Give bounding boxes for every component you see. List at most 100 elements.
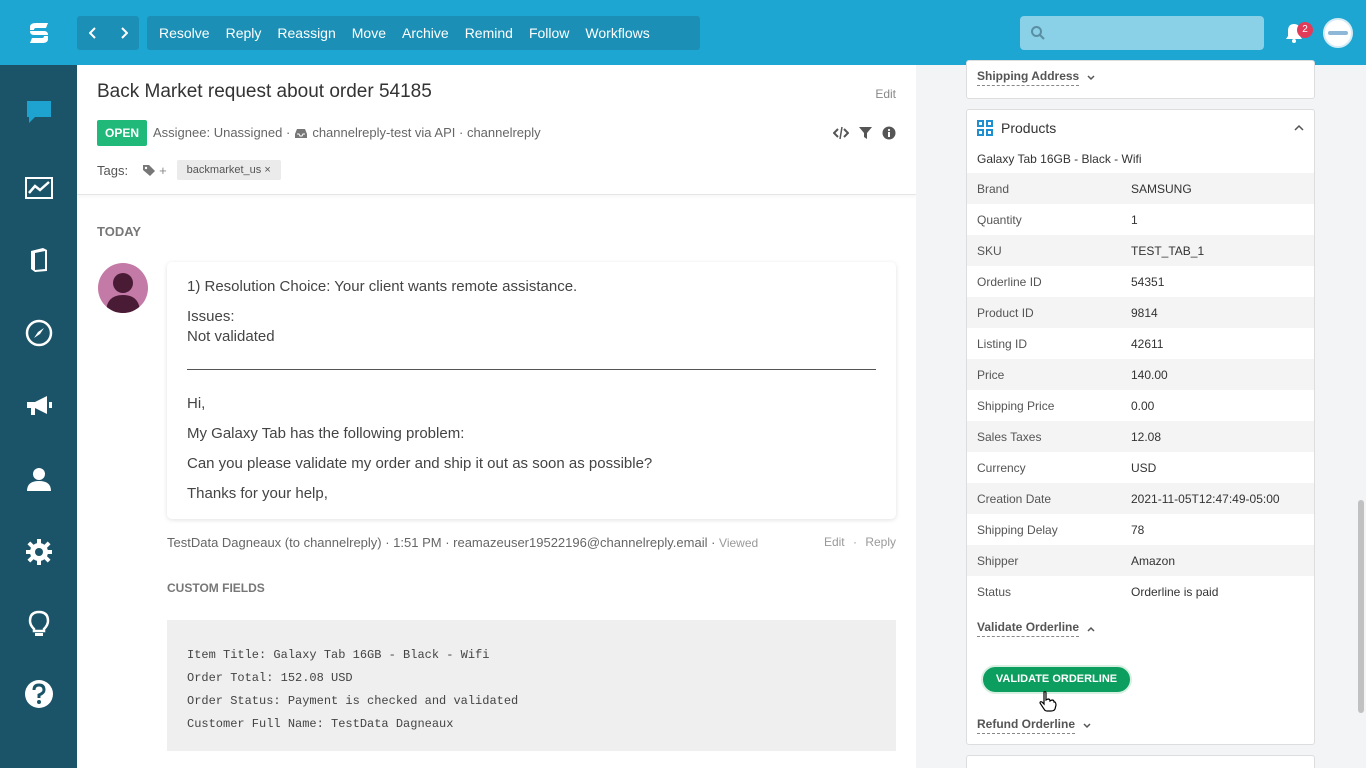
field-value: USD	[1131, 460, 1157, 475]
user-avatar[interactable]	[1323, 18, 1353, 48]
sidebar-item-explore[interactable]	[0, 308, 77, 358]
table-row: Quantity 1	[967, 204, 1314, 235]
field-value: 140.00	[1131, 367, 1168, 382]
status-badge[interactable]: OPEN	[97, 120, 148, 146]
add-tag-button[interactable]: +	[142, 163, 167, 178]
field-value: 78	[1131, 522, 1145, 537]
table-row: Brand SAMSUNG	[967, 173, 1314, 204]
chevron-up-icon	[1087, 626, 1095, 632]
assignee-label[interactable]: Assignee: Unassigned ·	[153, 125, 290, 140]
field-label: SKU	[977, 243, 1002, 258]
field-label: Status	[977, 584, 1012, 599]
refund-orderline-toggle[interactable]: Refund Orderline	[977, 717, 1076, 734]
tags-label: Tags:	[97, 162, 129, 178]
reply-button[interactable]: Reply	[218, 16, 270, 50]
message-issues-value: Not validated	[187, 328, 275, 345]
field-label: Brand	[977, 181, 1010, 196]
tag-icon	[143, 164, 156, 176]
hand-cursor-icon	[1039, 691, 1057, 712]
customer-avatar	[98, 263, 148, 313]
field-value: Amazon	[1131, 553, 1176, 568]
nav-arrows	[77, 16, 139, 50]
next-card	[966, 755, 1315, 768]
sidebar-item-reports[interactable]	[0, 163, 77, 213]
sidebar-item-settings[interactable]	[0, 527, 77, 577]
logo-icon	[29, 22, 48, 43]
message-greeting: Hi,	[187, 395, 206, 412]
message-line: 1) Resolution Choice: Your client wants …	[187, 278, 578, 295]
sidebar-item-help[interactable]	[0, 669, 77, 719]
message-footer: TestData Dagneaux (to channelreply) · 1:…	[167, 535, 896, 550]
megaphone-icon	[26, 396, 52, 415]
reassign-button[interactable]: Reassign	[269, 16, 343, 50]
shipping-address-toggle[interactable]: Shipping Address	[977, 69, 1080, 86]
search-input[interactable]	[1054, 16, 1258, 50]
product-name: Galaxy Tab 16GB - Black - Wifi	[977, 152, 1142, 166]
sidebar-item-ideas[interactable]	[0, 599, 77, 649]
details-panel: Shipping Address Products Galaxy Tab 16G…	[916, 60, 1366, 768]
chevron-down-icon	[1087, 74, 1095, 80]
link-separator: ·	[852, 535, 857, 549]
field-label: Price	[977, 367, 1005, 382]
table-row: Shipping Delay 78	[967, 514, 1314, 545]
next-button[interactable]	[108, 16, 139, 50]
filter-icon	[859, 127, 872, 139]
field-label: Shipper	[977, 553, 1019, 568]
field-value: 1	[1131, 212, 1138, 227]
table-row: Creation Date 2021-11-05T12:47:49-05:00	[967, 483, 1314, 514]
move-button[interactable]: Move	[344, 16, 394, 50]
field-label: Sales Taxes	[977, 429, 1042, 444]
validate-orderline-toggle[interactable]: Validate Orderline	[977, 620, 1080, 637]
prev-button[interactable]	[77, 16, 108, 50]
resolve-button[interactable]: Resolve	[151, 16, 218, 50]
table-row: Shipper Amazon	[967, 545, 1314, 576]
code-icon	[833, 126, 849, 140]
field-value: 2021-11-05T12:47:49-05:00	[1131, 491, 1280, 506]
header-tools	[833, 126, 896, 140]
field-label: Shipping Price	[977, 398, 1055, 413]
reply-message-link[interactable]: Reply	[865, 535, 896, 549]
field-value: TEST_TAB_1	[1131, 243, 1205, 258]
remind-button[interactable]: Remind	[457, 16, 521, 50]
message-issues-label: Issues:	[187, 308, 235, 325]
edit-message-link[interactable]: Edit	[824, 535, 845, 549]
sidebar-item-conversations[interactable]	[0, 87, 77, 137]
field-label: Product ID	[977, 305, 1034, 320]
gear-icon	[25, 539, 52, 565]
refund-orderline-section: Refund Orderline	[977, 717, 1091, 734]
message-actions: Edit · Reply	[824, 535, 896, 549]
help-icon	[24, 680, 53, 708]
app-logo[interactable]	[0, 0, 77, 65]
filter-button[interactable]	[859, 126, 872, 140]
compass-icon	[25, 319, 52, 347]
follow-button[interactable]: Follow	[521, 16, 577, 50]
table-row: Currency USD	[967, 452, 1314, 483]
conversation-header: Back Market request about order 54185 Ed…	[77, 65, 916, 195]
code-button[interactable]	[833, 126, 849, 140]
field-value: 54351	[1131, 274, 1165, 289]
products-card: Products Galaxy Tab 16GB - Black - Wifi …	[966, 109, 1315, 745]
sidebar-item-campaigns[interactable]	[0, 381, 77, 431]
search-icon	[1031, 26, 1045, 40]
edit-title-link[interactable]: Edit	[875, 87, 896, 101]
sidebar-item-knowledge[interactable]	[0, 235, 77, 285]
sidebar-item-contacts[interactable]	[0, 454, 77, 504]
collapse-products-button[interactable]	[1294, 120, 1304, 134]
tag-chip[interactable]: backmarket_us ×	[176, 160, 281, 180]
conversation-panel: Back Market request about order 54185 Ed…	[77, 65, 916, 768]
table-row: Listing ID 42611	[967, 328, 1314, 359]
archive-button[interactable]: Archive	[394, 16, 457, 50]
shipping-address-card: Shipping Address	[966, 60, 1315, 99]
search-box	[1020, 16, 1264, 50]
inbox-icon	[295, 128, 308, 138]
table-row: SKU TEST_TAB_1	[967, 235, 1314, 266]
scrollbar[interactable]	[1358, 500, 1364, 713]
custom-field-line: Order Total: 152.08 USD	[187, 671, 353, 685]
chart-icon	[24, 177, 53, 199]
field-label: Orderline ID	[977, 274, 1042, 289]
chevron-right-icon	[120, 27, 128, 39]
chevron-up-icon	[1294, 124, 1304, 131]
info-button[interactable]	[882, 126, 896, 140]
workflows-button[interactable]: Workflows	[577, 16, 657, 50]
person-silhouette-icon	[106, 273, 140, 313]
